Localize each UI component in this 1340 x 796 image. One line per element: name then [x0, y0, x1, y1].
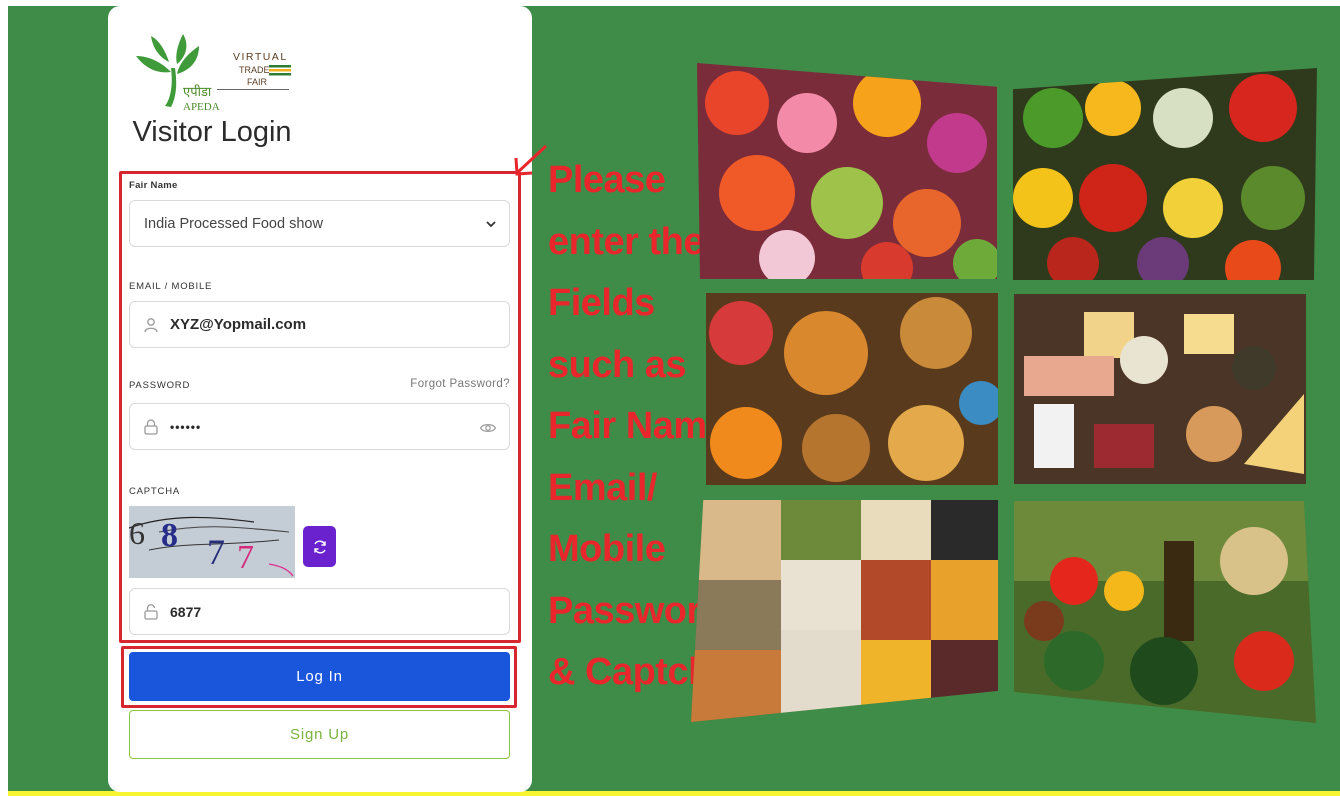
email-label: EMAIL / MOBILE: [129, 281, 213, 292]
collage-flowers-image: [697, 63, 997, 279]
refresh-icon: [312, 539, 328, 555]
captcha-label: CAPTCHA: [129, 486, 180, 497]
logo-hindi-text: एपीडा: [183, 84, 212, 100]
password-value: ••••••: [170, 419, 202, 434]
annotation-arrow-icon: [514, 144, 548, 176]
logo-trade-text: TRADE: [239, 65, 270, 75]
email-value: XYZ@Yopmail.com: [170, 316, 307, 333]
collage-vegetables-image: [1013, 68, 1317, 280]
password-field[interactable]: ••••••: [129, 403, 510, 450]
lock-icon: [142, 418, 160, 436]
signup-button[interactable]: Sign Up: [129, 710, 510, 759]
logo-apeda-text: APEDA: [183, 101, 220, 113]
collage-produce-image: [1014, 501, 1316, 723]
fair-name-value: India Processed Food show: [144, 215, 323, 232]
forgot-password-link[interactable]: Forgot Password?: [380, 378, 510, 390]
collage-grains-image: [691, 500, 998, 722]
captcha-char-2: 8: [161, 517, 178, 554]
collage-dairy-image: [1014, 294, 1306, 484]
captcha-char-1: 6: [129, 515, 145, 551]
login-button[interactable]: Log In: [129, 652, 510, 701]
captcha-image: 6 8 7 7: [128, 506, 295, 578]
password-label: PASSWORD: [129, 380, 191, 391]
email-field[interactable]: XYZ@Yopmail.com: [129, 301, 510, 348]
user-icon: [142, 316, 160, 334]
logo-fair-text: FAIR: [247, 77, 268, 87]
apeda-vtf-logo: VIRTUAL TRADE FAIR एपीडा APEDA: [136, 34, 291, 113]
collage-snacks-image: [706, 293, 998, 485]
captcha-input-value: 6877: [170, 603, 202, 620]
fair-name-select[interactable]: India Processed Food show: [129, 200, 510, 247]
chevron-down-icon: [485, 218, 497, 230]
eye-icon[interactable]: [479, 419, 497, 437]
page-title: Visitor Login: [132, 116, 292, 148]
fair-name-label: Fair Name: [129, 180, 178, 191]
captcha-char-3: 7: [207, 532, 225, 572]
refresh-captcha-button[interactable]: [303, 526, 336, 567]
captcha-input[interactable]: 6877: [129, 588, 510, 635]
captcha-char-4: 7: [237, 539, 254, 576]
lock-icon: [142, 603, 160, 621]
logo-virtual-text: VIRTUAL: [233, 51, 288, 63]
